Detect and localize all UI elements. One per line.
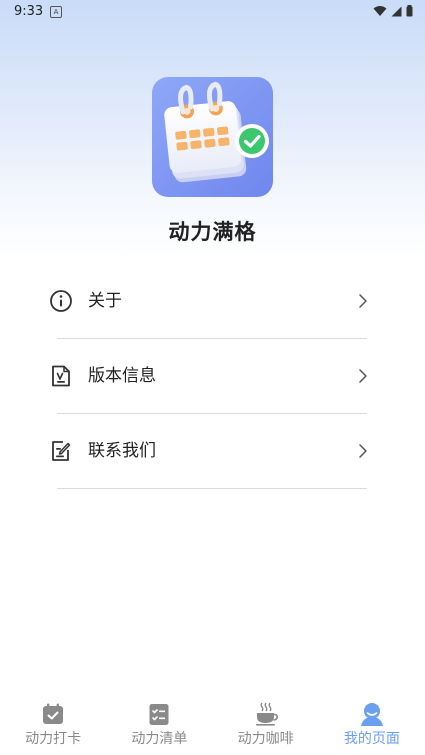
menu-item-about[interactable]: 关于 (0, 264, 425, 339)
app-logo-icon (152, 77, 273, 197)
menu-item-label: 关于 (88, 291, 122, 311)
tab-label: 动力清单 (131, 731, 188, 747)
tab-label: 我的页面 (343, 731, 400, 747)
app-name: 动力满格 (168, 220, 257, 244)
status-time: 9:33 (14, 4, 44, 19)
chevron-right-icon (359, 369, 367, 383)
edit-note-icon (52, 441, 71, 461)
tab-label: 动力打卡 (25, 731, 82, 747)
battery-icon (406, 5, 413, 17)
tab-my-page[interactable]: 我的页面 (319, 695, 425, 755)
divider (57, 488, 367, 489)
calendar-check-icon (43, 703, 64, 724)
notification-icon: A (50, 6, 62, 18)
info-icon (50, 290, 72, 312)
checklist-icon (149, 704, 169, 725)
tab-coffee[interactable]: 动力咖啡 (213, 695, 319, 755)
bottom-navigation: 动力打卡 动力清单 动力咖啡 我的页面 (0, 695, 425, 755)
chevron-right-icon (359, 444, 367, 458)
menu-item-version-info[interactable]: 版本信息 (0, 339, 425, 414)
menu-item-contact-us[interactable]: 联系我们 (0, 414, 425, 489)
menu-item-label: 联系我们 (88, 441, 156, 461)
tab-checkin[interactable]: 动力打卡 (0, 695, 106, 755)
document-version-icon (52, 365, 70, 387)
signal-icon (391, 6, 402, 16)
status-bar: 9:33 A (0, 0, 425, 24)
tab-label: 动力咖啡 (237, 731, 294, 747)
chevron-right-icon (359, 294, 367, 308)
wifi-icon (373, 6, 387, 16)
user-icon (360, 703, 383, 726)
status-indicators (373, 5, 413, 17)
tab-checklist[interactable]: 动力清单 (106, 695, 212, 755)
menu-item-label: 版本信息 (88, 366, 156, 386)
coffee-cup-icon (255, 702, 278, 726)
